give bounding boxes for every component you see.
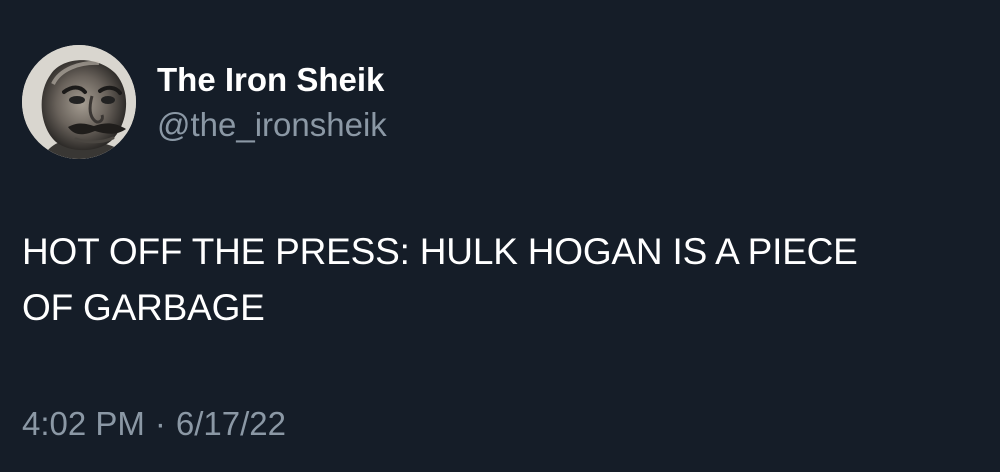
author-identity: The Iron Sheik @the_ironsheik	[157, 60, 387, 144]
tweet-card: The Iron Sheik @the_ironsheik HOT OFF TH…	[0, 0, 1000, 472]
tweet-date: 6/17/22	[175, 405, 287, 442]
timestamp-separator: ·	[154, 405, 166, 442]
tweet-timestamp[interactable]: 4:02 PM · 6/17/22	[22, 404, 286, 444]
tweet-text-line: OF GARBAGE	[22, 287, 265, 328]
author-handle[interactable]: @the_ironsheik	[157, 106, 387, 144]
tweet-time: 4:02 PM	[22, 405, 145, 442]
author-display-name[interactable]: The Iron Sheik	[157, 60, 387, 100]
tweet-text: HOT OFF THE PRESS: HULK HOGAN IS A PIECE…	[22, 224, 977, 336]
profile-photo-avatar-icon	[22, 45, 136, 159]
tweet-header: The Iron Sheik @the_ironsheik	[22, 45, 387, 159]
tweet-text-line: HOT OFF THE PRESS: HULK HOGAN IS A PIECE	[22, 231, 858, 272]
author-avatar[interactable]	[22, 45, 136, 159]
